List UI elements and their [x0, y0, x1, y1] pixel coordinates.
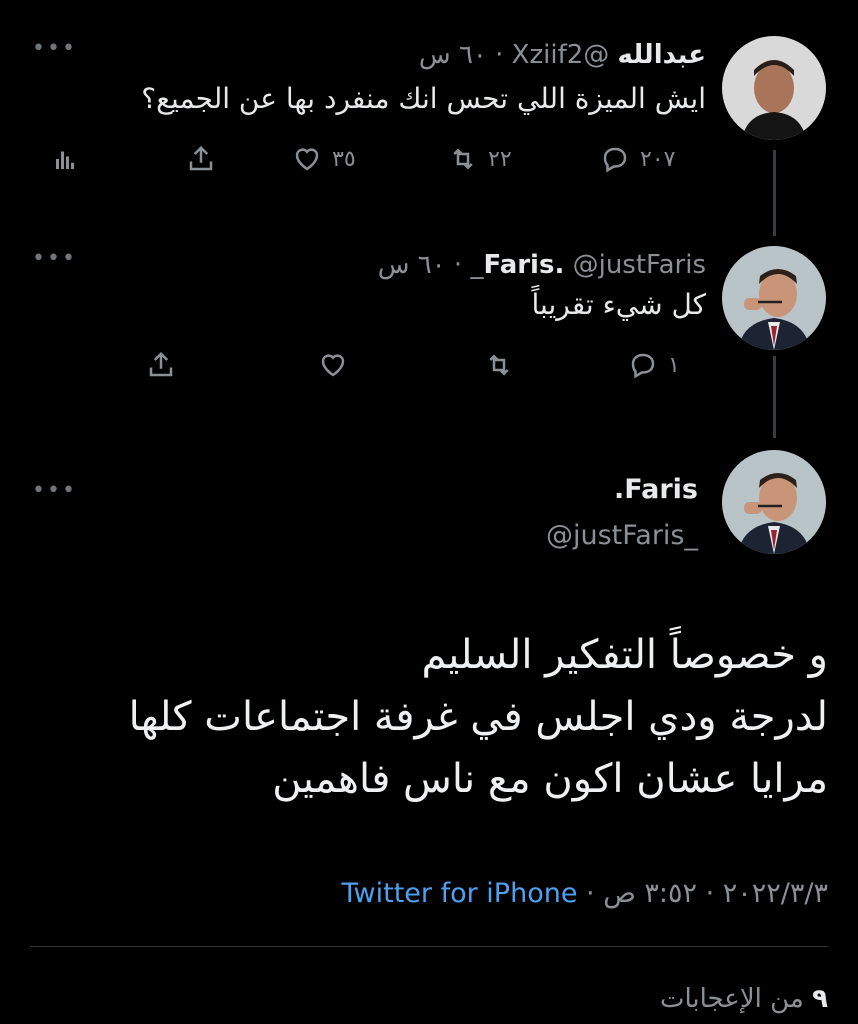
tweet-text: كل شيء تقريباً	[531, 288, 706, 321]
tweet-time[interactable]: ٣:٥٢ ص	[603, 878, 697, 909]
thread-line	[773, 356, 776, 438]
tweet-text: ايش الميزة اللي تحس انك منفرد بها عن الج…	[141, 82, 706, 115]
like-button[interactable]: ٣٥	[292, 144, 356, 174]
analytics-button[interactable]	[50, 144, 80, 174]
retweet-button[interactable]	[484, 350, 514, 380]
share-icon	[149, 351, 173, 377]
separator: ·	[445, 250, 471, 280]
tweet-header: عبدالله @Xziif2 · ٦٠ س	[419, 40, 706, 70]
tweet-header: Faris. @justFaris_ · ٦٠ س	[378, 250, 706, 280]
reply-button[interactable]: ٢٠٧	[600, 144, 675, 174]
separator: ·	[486, 40, 512, 70]
analytics-icon	[56, 151, 74, 169]
handle[interactable]: @Xziif2	[512, 40, 610, 70]
display-name[interactable]: Faris.	[614, 474, 698, 505]
tweet-line: لدرجة ودي اجلس في غرفة اجتماعات كلها	[128, 694, 828, 740]
separator: ·	[577, 878, 604, 909]
more-icon[interactable]: •••	[32, 246, 77, 271]
likes-label: من الإعجابات	[659, 984, 804, 1014]
reply-button[interactable]: ١	[628, 350, 680, 380]
more-icon[interactable]: •••	[32, 478, 77, 503]
display-name[interactable]: Faris.	[483, 250, 564, 280]
separator: ·	[697, 878, 723, 909]
more-icon[interactable]: •••	[32, 36, 77, 61]
reply-icon	[603, 147, 627, 173]
avatar[interactable]	[722, 450, 826, 554]
likes-summary[interactable]: ٩ من الإعجابات	[660, 984, 828, 1014]
like-icon	[321, 354, 345, 377]
reply-count: ٢٠٧	[640, 146, 676, 172]
divider	[30, 946, 828, 947]
tweet-date[interactable]: ٢٠٢٢/٣/٣	[723, 878, 828, 909]
avatar[interactable]	[722, 246, 826, 350]
share-button[interactable]	[186, 144, 216, 174]
like-icon	[295, 148, 319, 171]
retweet-icon	[489, 354, 509, 376]
share-icon	[189, 145, 213, 171]
tweet-meta: ٢٠٢٢/٣/٣ · ٣:٥٢ ص · Twitter for iPhone	[342, 878, 828, 909]
tweet-text: و خصوصاً التفكير السليم لدرجة ودي اجلس ف…	[48, 624, 828, 810]
handle[interactable]: @justFaris_	[546, 520, 698, 551]
timestamp[interactable]: ٦٠ س	[419, 40, 487, 70]
like-count: ٣٥	[332, 146, 356, 172]
reply-icon	[631, 353, 655, 379]
tweet-line: و خصوصاً التفكير السليم	[421, 632, 828, 678]
display-name[interactable]: عبدالله	[618, 40, 706, 70]
reply-count: ١	[668, 352, 680, 378]
retweet-icon	[453, 148, 473, 170]
timestamp[interactable]: ٦٠ س	[378, 250, 446, 280]
tweet-line: مرايا عشان اكون مع ناس فاهمين	[272, 756, 828, 802]
tweet-source[interactable]: Twitter for iPhone	[342, 878, 578, 909]
share-button[interactable]	[146, 350, 176, 380]
avatar[interactable]	[722, 36, 826, 140]
thread-line	[773, 150, 776, 236]
like-button[interactable]	[318, 350, 348, 380]
retweet-count: ٢٢	[488, 146, 512, 172]
retweet-button[interactable]: ٢٢	[448, 144, 512, 174]
likes-count: ٩	[812, 984, 828, 1014]
